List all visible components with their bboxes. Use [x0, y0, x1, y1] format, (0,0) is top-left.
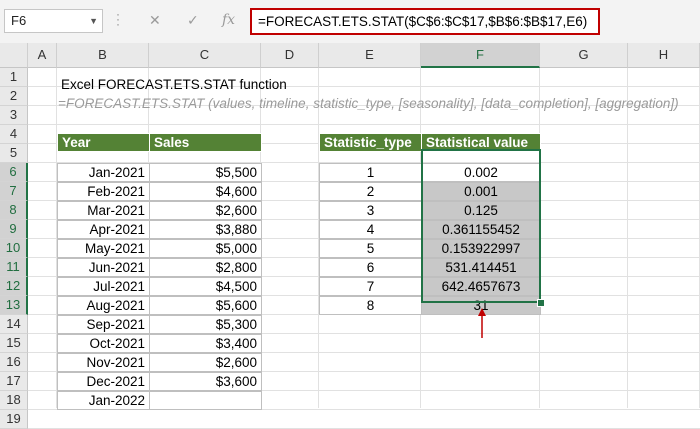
statistic-type-cell[interactable]: 4 [319, 220, 422, 239]
sales-cell[interactable]: $2,600 [149, 201, 262, 220]
column-header-d[interactable]: D [261, 43, 319, 68]
row-header-18[interactable]: 18 [0, 391, 28, 410]
row-header-2[interactable]: 2 [0, 87, 28, 106]
statistic-type-cell[interactable]: 8 [319, 296, 422, 315]
year-cell[interactable]: Apr-2021 [57, 220, 150, 239]
row-header-15[interactable]: 15 [0, 334, 28, 353]
column-header-b[interactable]: B [57, 43, 149, 68]
row-header-10[interactable]: 10 [0, 239, 28, 258]
year-cell[interactable]: Mar-2021 [57, 201, 150, 220]
name-box-value: F6 [11, 13, 27, 28]
statistic-type-cell[interactable]: 1 [319, 163, 422, 182]
year-cell[interactable]: Sep-2021 [57, 315, 150, 334]
sales-cell[interactable]: $3,400 [149, 334, 262, 353]
row-header-9[interactable]: 9 [0, 220, 28, 239]
statistic-type-cell[interactable]: 2 [319, 182, 422, 201]
sheet-title: Excel FORECAST.ETS.STAT function [61, 77, 287, 92]
row-header-16[interactable]: 16 [0, 353, 28, 372]
sales-cell[interactable]: $2,800 [149, 258, 262, 277]
selection-range [421, 149, 541, 303]
year-cell[interactable]: Jul-2021 [57, 277, 150, 296]
more-options-icon[interactable]: · · · [116, 8, 120, 30]
row-header-4[interactable]: 4 [0, 125, 28, 144]
sales-cell[interactable]: $5,600 [149, 296, 262, 315]
row-header-19[interactable]: 19 [0, 410, 28, 429]
column-header-c[interactable]: C [149, 43, 261, 68]
sales-cell[interactable]: $3,880 [149, 220, 262, 239]
sales-cell[interactable]: $5,500 [149, 163, 262, 182]
year-cell[interactable]: Jun-2021 [57, 258, 150, 277]
sales-cell[interactable]: $2,600 [149, 353, 262, 372]
column-header-a[interactable]: A [28, 43, 57, 68]
arrow-up-icon [478, 308, 486, 338]
column-header-f[interactable]: F [421, 43, 540, 68]
year-cell[interactable]: Jan-2021 [57, 163, 150, 182]
row-header-5[interactable]: 5 [0, 144, 28, 163]
row-header-6[interactable]: 6 [0, 163, 28, 182]
year-cell[interactable]: May-2021 [57, 239, 150, 258]
enter-icon[interactable]: ✓ [187, 12, 199, 29]
column-header-g[interactable]: G [540, 43, 628, 68]
year-cell[interactable]: Aug-2021 [57, 296, 150, 315]
row-header-17[interactable]: 17 [0, 372, 28, 391]
sales-cell[interactable]: $3,600 [149, 372, 262, 391]
statistic-type-header[interactable]: Statistic_type [319, 133, 422, 152]
column-header-h[interactable]: H [628, 43, 700, 68]
chevron-down-icon[interactable]: ▼ [89, 10, 98, 32]
row-header-11[interactable]: 11 [0, 258, 28, 277]
year-cell[interactable]: Jan-2022 [57, 391, 150, 410]
year-cell[interactable]: Feb-2021 [57, 182, 150, 201]
name-box[interactable]: F6 ▼ [4, 9, 103, 33]
cancel-icon[interactable]: ✕ [149, 12, 161, 29]
statistic-type-cell[interactable]: 3 [319, 201, 422, 220]
sales-header[interactable]: Sales [149, 133, 262, 152]
row-header-8[interactable]: 8 [0, 201, 28, 220]
gridline [28, 124, 700, 125]
year-cell[interactable]: Nov-2021 [57, 353, 150, 372]
row-header-7[interactable]: 7 [0, 182, 28, 201]
sales-cell[interactable] [149, 391, 262, 410]
sales-cell[interactable]: $5,300 [149, 315, 262, 334]
column-header-e[interactable]: E [319, 43, 421, 68]
sales-cell[interactable]: $4,500 [149, 277, 262, 296]
year-header[interactable]: Year [57, 133, 150, 152]
sales-cell[interactable]: $5,000 [149, 239, 262, 258]
sales-cell[interactable]: $4,600 [149, 182, 262, 201]
fill-handle[interactable] [537, 299, 545, 307]
year-cell[interactable]: Oct-2021 [57, 334, 150, 353]
select-all-corner[interactable] [0, 43, 28, 68]
insert-function-icon[interactable]: fx [222, 12, 235, 28]
function-syntax: =FORECAST.ETS.STAT (values, timeline, st… [58, 96, 679, 111]
row-header-14[interactable]: 14 [0, 315, 28, 334]
year-cell[interactable]: Dec-2021 [57, 372, 150, 391]
formula-input[interactable]: =FORECAST.ETS.STAT($C$6:$C$17,$B$6:$B$17… [250, 8, 600, 35]
statistic-type-cell[interactable]: 7 [319, 277, 422, 296]
formula-bar-area: F6 ▼ · · · ✕ ✓ fx =FORECAST.ETS.STAT($C$6:… [0, 0, 700, 43]
row-header-1[interactable]: 1 [0, 68, 28, 87]
row-header-12[interactable]: 12 [0, 277, 28, 296]
row-header-3[interactable]: 3 [0, 106, 28, 125]
statistic-type-cell[interactable]: 5 [319, 239, 422, 258]
row-header-13[interactable]: 13 [0, 296, 28, 315]
statistic-type-cell[interactable]: 6 [319, 258, 422, 277]
